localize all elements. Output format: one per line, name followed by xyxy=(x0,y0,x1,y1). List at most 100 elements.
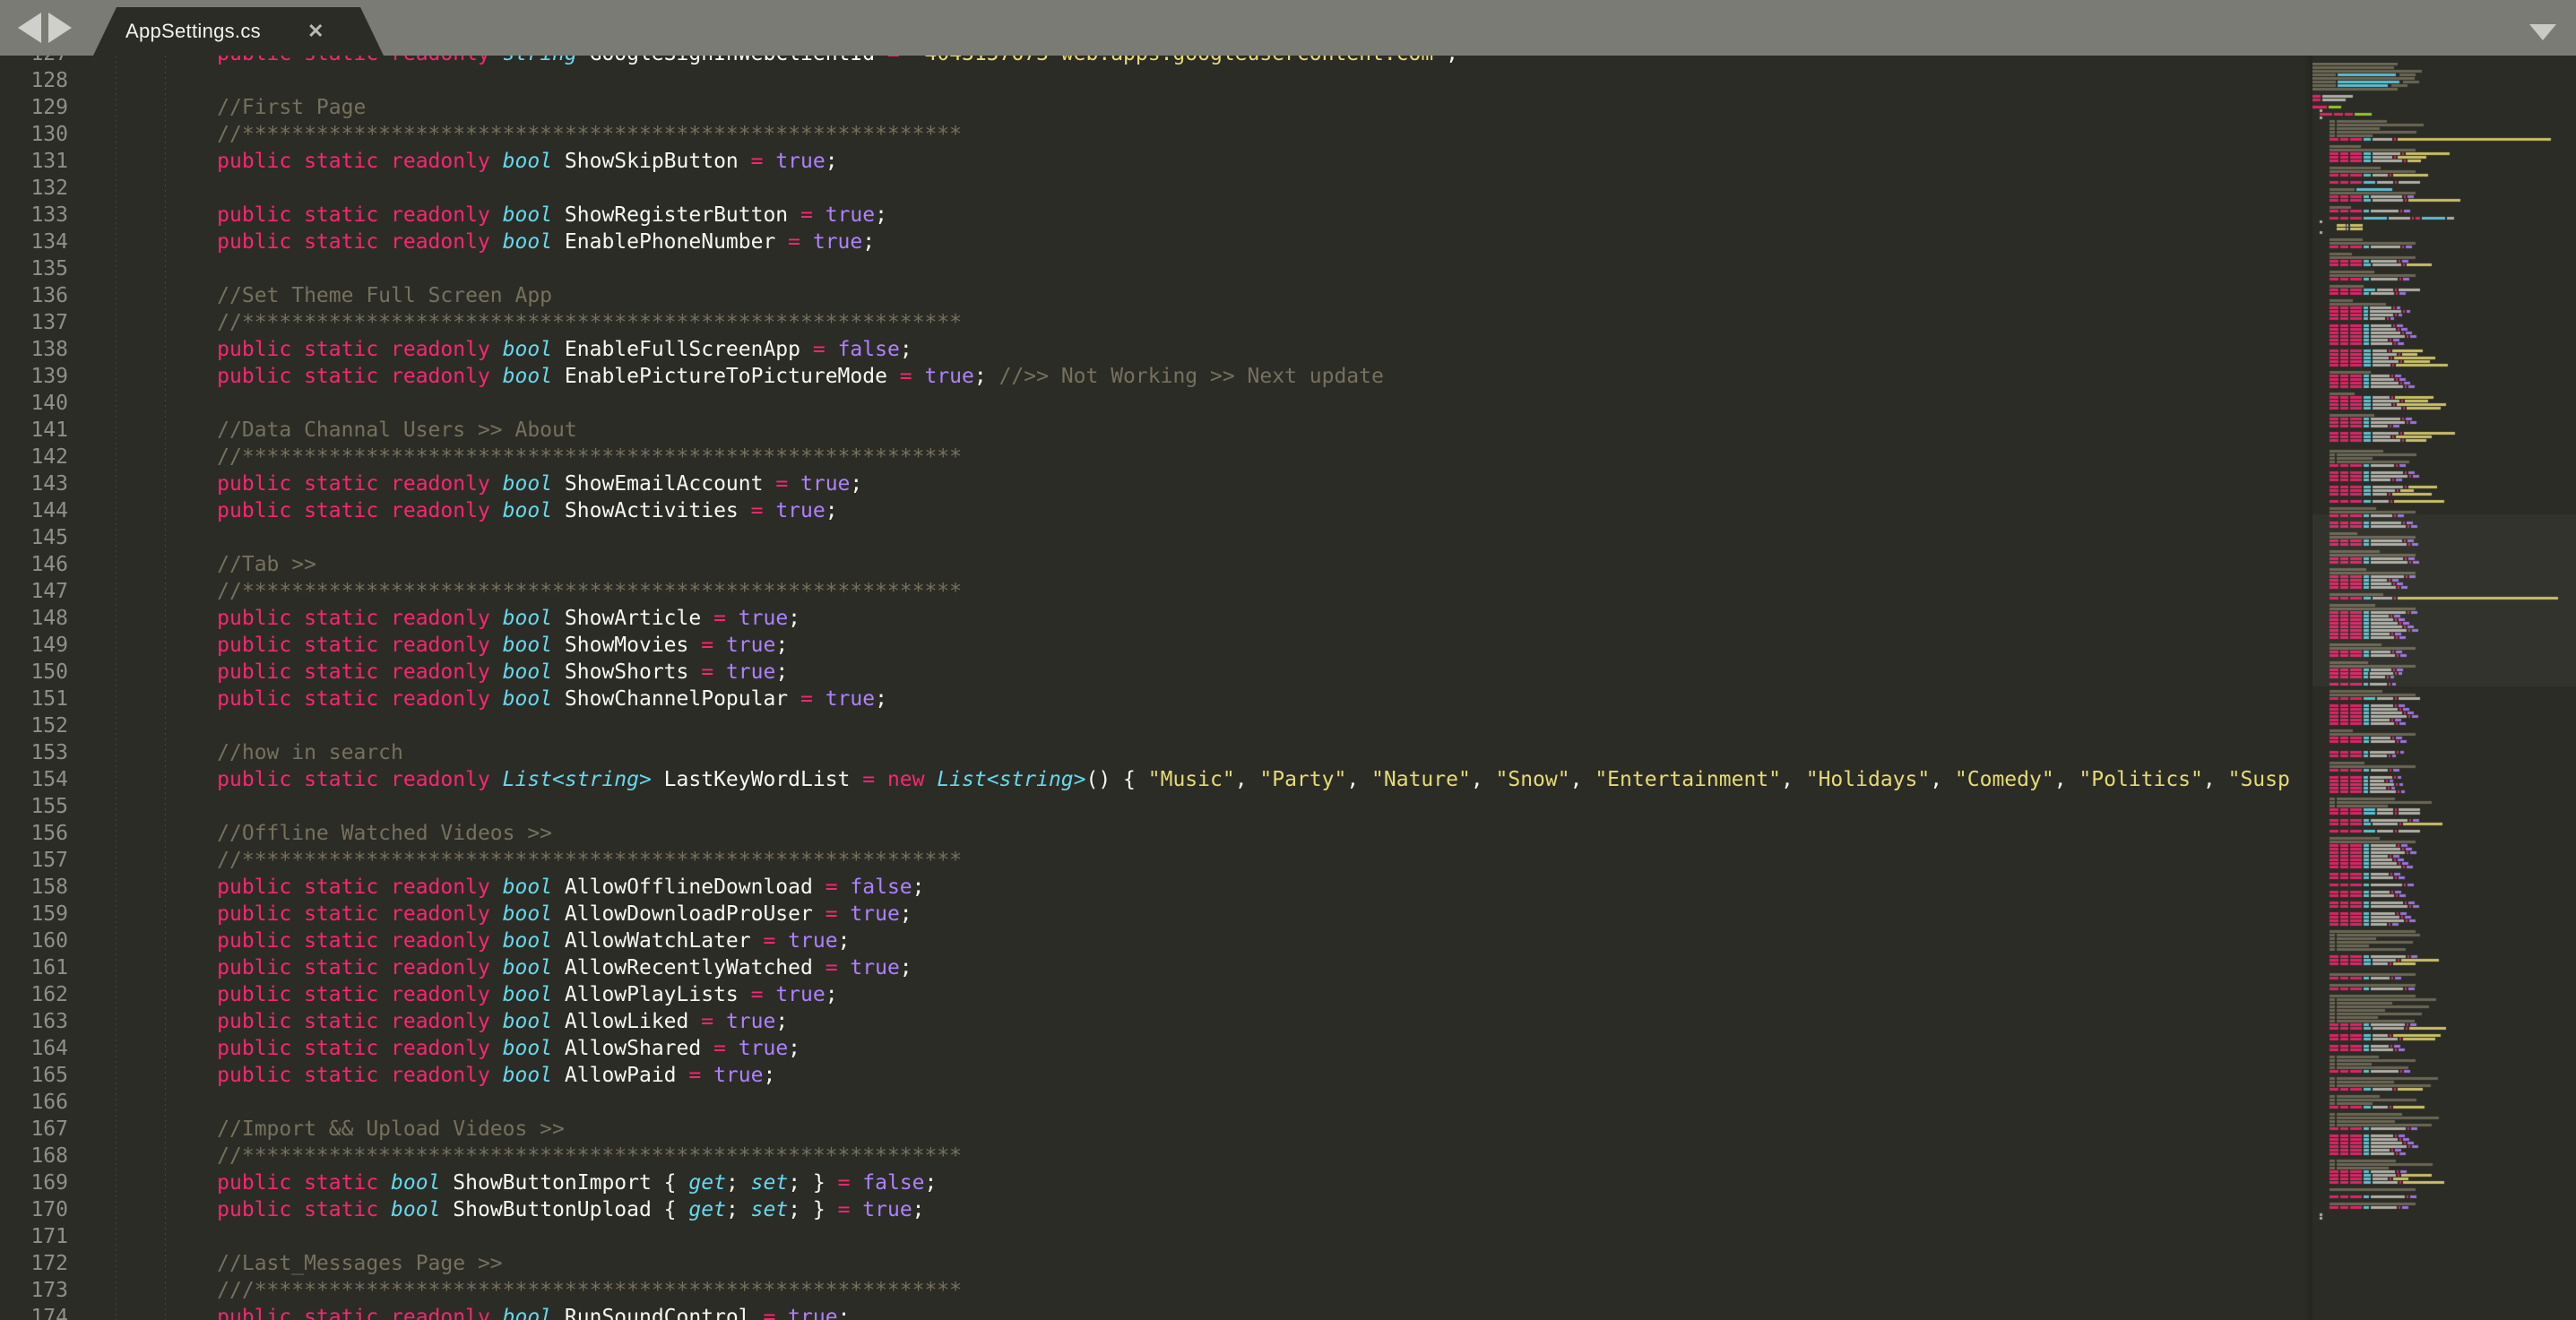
tab-appsettings[interactable]: AppSettings.cs ✕ xyxy=(93,7,384,56)
code-line[interactable]: 135 xyxy=(0,255,2311,282)
code-line[interactable]: 159public static readonly bool AllowDown… xyxy=(0,901,2311,927)
code-token: ; xyxy=(726,1171,751,1195)
code-token: //how in search xyxy=(217,741,403,764)
code-token: public static readonly xyxy=(217,338,503,361)
code-token: , xyxy=(1235,768,1260,791)
line-number: 145 xyxy=(0,524,68,551)
code-area[interactable]: 127public static readonly string GoogleS… xyxy=(0,0,2311,1320)
code-line[interactable]: 168//***********************************… xyxy=(0,1143,2311,1169)
code-line[interactable]: 140 xyxy=(0,390,2311,417)
code-line[interactable]: 136//Set Theme Full Screen App xyxy=(0,282,2311,309)
tab-bar: AppSettings.cs ✕ xyxy=(0,0,2576,56)
code-line[interactable]: 153 //how in search xyxy=(0,739,2311,766)
tab-overflow-icon[interactable] xyxy=(2529,24,2556,40)
code-line[interactable]: 164public static readonly bool AllowShar… xyxy=(0,1035,2311,1062)
code-line[interactable]: 148public static readonly bool ShowArtic… xyxy=(0,605,2311,632)
code-line[interactable]: 141//Data Channal Users >> About xyxy=(0,417,2311,444)
code-token: = xyxy=(862,768,887,791)
code-line[interactable]: 169public static bool ShowButtonImport {… xyxy=(0,1169,2311,1196)
code-token: bool xyxy=(503,472,565,496)
minimap[interactable] xyxy=(2312,56,2576,1320)
code-line[interactable]: 133public static readonly bool ShowRegis… xyxy=(0,202,2311,229)
code-token: = xyxy=(751,499,776,522)
code-editor: 127public static readonly string GoogleS… xyxy=(0,0,2576,1320)
code-token: public static readonly xyxy=(217,203,503,227)
code-token: bool xyxy=(503,902,565,926)
forward-arrow-icon[interactable] xyxy=(48,13,72,43)
code-line[interactable]: 155 xyxy=(0,793,2311,820)
code-line[interactable]: 143public static readonly bool ShowEmail… xyxy=(0,470,2311,497)
code-token: ; xyxy=(862,230,875,254)
code-token: ; xyxy=(788,607,800,630)
code-token: bool xyxy=(503,607,565,630)
code-line[interactable]: 171 xyxy=(0,1223,2311,1250)
code-line[interactable]: 170public static bool ShowButtonUpload {… xyxy=(0,1196,2311,1223)
code-line[interactable]: 174public static readonly bool RunSoundC… xyxy=(0,1304,2311,1320)
code-line[interactable]: 149public static readonly bool ShowMovie… xyxy=(0,632,2311,659)
code-line[interactable]: 154public static readonly List<string> L… xyxy=(0,766,2311,793)
code-token: true xyxy=(775,499,825,522)
code-line[interactable]: 142//***********************************… xyxy=(0,444,2311,470)
code-line[interactable]: 152 xyxy=(0,712,2311,739)
code-line[interactable]: 150public static readonly bool ShowShort… xyxy=(0,659,2311,686)
code-line[interactable]: 131public static readonly bool ShowSkipB… xyxy=(0,148,2311,175)
code-line[interactable]: 158public static readonly bool AllowOffl… xyxy=(0,874,2311,901)
code-line[interactable]: 144public static readonly bool ShowActiv… xyxy=(0,497,2311,524)
line-number: 152 xyxy=(0,712,68,739)
code-token: = xyxy=(838,1198,863,1221)
code-line[interactable]: 157//***********************************… xyxy=(0,847,2311,874)
code-token: public static readonly xyxy=(217,230,503,254)
line-number: 170 xyxy=(0,1196,68,1223)
code-token: bool xyxy=(503,150,565,173)
indent-guide xyxy=(116,56,117,1320)
code-token: , xyxy=(2203,768,2228,791)
code-token: ShowActivities xyxy=(565,499,751,522)
code-token: public static readonly xyxy=(217,607,503,630)
code-line[interactable]: 172//Last_Messages Page >> xyxy=(0,1250,2311,1277)
code-line[interactable]: 162public static readonly bool AllowPlay… xyxy=(0,981,2311,1008)
code-token: bool xyxy=(503,660,565,684)
code-line[interactable]: 128 xyxy=(0,67,2311,94)
line-number: 131 xyxy=(0,148,68,175)
back-arrow-icon[interactable] xyxy=(18,13,41,43)
code-line[interactable]: 146//Tab >> xyxy=(0,551,2311,578)
code-line[interactable]: 138public static readonly bool EnableFul… xyxy=(0,336,2311,363)
code-line[interactable]: 134public static readonly bool EnablePho… xyxy=(0,229,2311,255)
code-token: = xyxy=(763,1306,788,1320)
code-token: "Susp xyxy=(2228,768,2290,791)
code-line[interactable]: 156//Offline Watched Videos >> xyxy=(0,820,2311,847)
code-token: //**************************************… xyxy=(217,123,962,146)
code-token: AllowPaid xyxy=(565,1064,688,1087)
code-line[interactable]: 166 xyxy=(0,1089,2311,1116)
code-token: = xyxy=(838,1171,863,1195)
code-token: AllowRecentlyWatched xyxy=(565,956,826,979)
code-token: public static xyxy=(217,1171,391,1195)
code-line[interactable]: 129//First Page xyxy=(0,94,2311,121)
line-number: 153 xyxy=(0,739,68,766)
code-line[interactable]: 132 xyxy=(0,175,2311,202)
code-line[interactable]: 161public static readonly bool AllowRece… xyxy=(0,954,2311,981)
close-icon[interactable]: ✕ xyxy=(307,20,324,43)
code-line[interactable]: 151public static readonly bool ShowChann… xyxy=(0,686,2311,712)
code-token: ; xyxy=(900,956,912,979)
code-token: = xyxy=(900,365,925,388)
code-line[interactable]: 130//***********************************… xyxy=(0,121,2311,148)
code-token: bool xyxy=(503,956,565,979)
line-number: 157 xyxy=(0,847,68,874)
code-line[interactable]: 165public static readonly bool AllowPaid… xyxy=(0,1062,2311,1089)
code-line[interactable]: 145 xyxy=(0,524,2311,551)
code-token: bool xyxy=(503,1037,565,1060)
code-line[interactable]: 167//Import && Upload Videos >> xyxy=(0,1116,2311,1143)
code-token: true xyxy=(775,983,825,1006)
line-number: 129 xyxy=(0,94,68,121)
code-token: public static readonly xyxy=(217,1306,503,1320)
code-line[interactable]: 139public static readonly bool EnablePic… xyxy=(0,363,2311,390)
code-line[interactable]: 137//***********************************… xyxy=(0,309,2311,336)
code-line[interactable]: 163public static readonly bool AllowLike… xyxy=(0,1008,2311,1035)
code-token: EnablePhoneNumber xyxy=(565,230,788,254)
code-line[interactable]: 173///**********************************… xyxy=(0,1277,2311,1304)
code-token: bool xyxy=(503,983,565,1006)
code-token: ShowRegisterButton xyxy=(565,203,800,227)
code-line[interactable]: 147//***********************************… xyxy=(0,578,2311,605)
code-line[interactable]: 160public static readonly bool AllowWatc… xyxy=(0,927,2311,954)
